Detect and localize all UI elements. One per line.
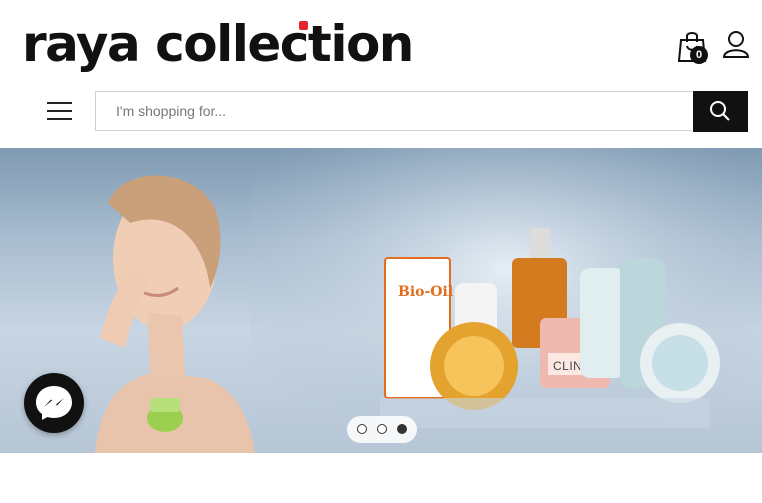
hamburger-icon-line — [47, 110, 72, 112]
menu-toggle-button[interactable] — [47, 100, 73, 122]
site-header: raya collection 0 — [0, 0, 762, 148]
model-figure — [95, 175, 255, 453]
slider-pagination — [347, 416, 417, 443]
site-logo[interactable]: raya collection — [22, 10, 414, 78]
messenger-chat-button[interactable] — [24, 373, 84, 433]
hero-banner[interactable]: Bio-Oil CLINIQUE — [0, 148, 762, 453]
svg-text:Bio-Oil: Bio-Oil — [398, 284, 453, 300]
slider-dot-2[interactable] — [377, 424, 387, 434]
slider-dot-1[interactable] — [357, 424, 367, 434]
logo-text: raya collection — [22, 15, 414, 73]
user-icon — [722, 31, 750, 58]
cart-count-badge: 0 — [690, 46, 708, 64]
search-button[interactable] — [693, 91, 748, 132]
logo-accent-dot — [299, 21, 308, 30]
hamburger-icon-line — [47, 102, 72, 104]
slider-dot-3[interactable] — [397, 424, 407, 434]
search-input[interactable] — [95, 91, 692, 131]
search-icon — [710, 101, 730, 121]
messenger-icon — [36, 386, 72, 420]
banner-illustration: Bio-Oil CLINIQUE — [95, 148, 762, 453]
account-button[interactable] — [722, 30, 750, 60]
hamburger-icon-line — [47, 118, 72, 120]
